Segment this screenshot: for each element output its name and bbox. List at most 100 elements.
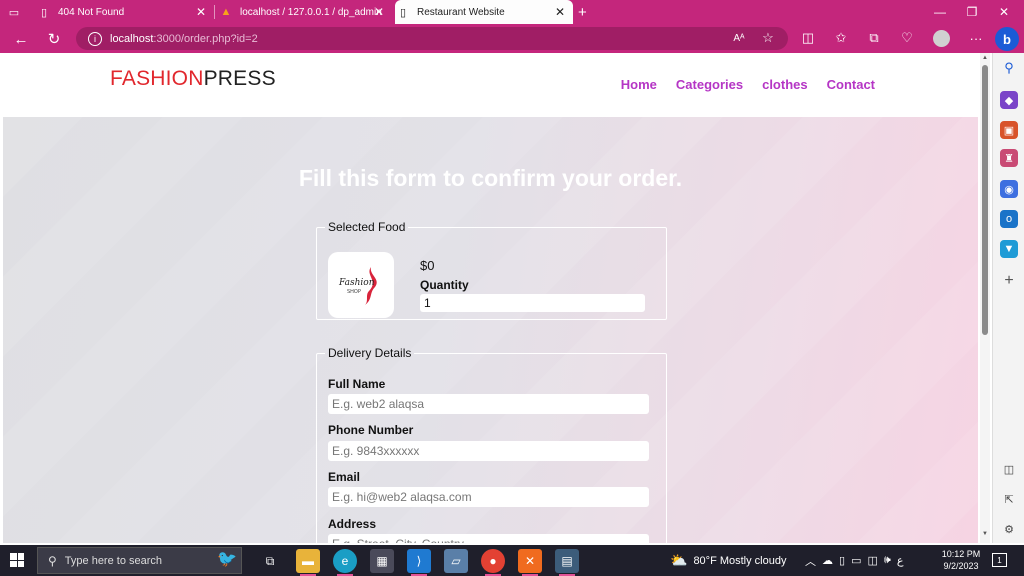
info-icon[interactable]: i <box>88 31 102 46</box>
page-icon: ▯ <box>399 6 407 19</box>
site-header: FASHIONPRESS Home Categories clothes Con… <box>3 53 978 117</box>
tab-phpmyadmin[interactable]: ▲ localhost / 127.0.0.1 / dp_admin ✕ <box>218 0 392 24</box>
nav-home[interactable]: Home <box>621 77 657 92</box>
microsoft365-icon[interactable]: ◉ <box>1000 180 1018 198</box>
tab-restaurant[interactable]: ▯ Restaurant Website ✕ <box>395 0 573 24</box>
system-tray: ︿ ☁ ▯ ▭ ◫ 🕪 ع <box>805 545 903 576</box>
selected-food-fieldset: Selected Food Fashion SHOP $0 Quantity <box>316 220 667 320</box>
close-icon[interactable]: ✕ <box>374 5 384 19</box>
favorites-icon[interactable]: ✩ <box>830 27 852 49</box>
clock-time: 10:12 PM <box>941 549 981 559</box>
back-button[interactable]: ← <box>10 28 32 50</box>
nav-clothes[interactable]: clothes <box>762 77 808 92</box>
logo-part1: FASHION <box>110 67 204 90</box>
taskbar-search[interactable]: ⚲ Type here to search 🐦 <box>37 547 242 574</box>
vscode-icon[interactable]: ⟩ <box>407 549 431 576</box>
scroll-down-arrow-icon[interactable]: ▼ <box>981 531 989 537</box>
restore-button[interactable]: ❐ <box>956 0 988 24</box>
fashion-shop-logo: Fashion SHOP <box>338 267 377 305</box>
phone-number-input[interactable] <box>328 441 649 461</box>
tab-actions-button[interactable]: ▭ <box>6 0 30 24</box>
settings-gear-icon[interactable]: ⚙ <box>1000 520 1018 538</box>
close-window-button[interactable]: ✕ <box>988 0 1020 24</box>
nav-contact[interactable]: Contact <box>827 77 875 92</box>
page-scrollbar[interactable]: ▲ ▼ <box>980 53 990 543</box>
shopping-tag-icon[interactable]: ◆ <box>1000 91 1018 109</box>
browser-toolbar: ← ↻ i localhost:3000/order.php?id=2 Aᴬ ☆… <box>0 24 1024 53</box>
sidebar-panel-icon[interactable]: ◫ <box>1000 460 1018 478</box>
weather-text: 80°F Mostly cloudy <box>693 554 787 567</box>
tools-icon[interactable]: ▣ <box>1000 121 1018 139</box>
url-host: localhost <box>110 32 154 45</box>
url-path: :3000/order.php?id=2 <box>153 32 258 45</box>
selected-food-legend: Selected Food <box>328 220 406 234</box>
close-icon[interactable]: ✕ <box>196 5 206 19</box>
onedrive-cloud-icon[interactable]: ☁ <box>822 554 833 567</box>
profile-avatar[interactable] <box>930 27 952 49</box>
edge-icon[interactable]: e <box>333 549 357 576</box>
language-indicator[interactable]: ع <box>897 554 904 567</box>
site-logo[interactable]: FASHIONPRESS <box>110 67 276 91</box>
health-icon[interactable]: ♡ <box>896 27 918 49</box>
outlook-icon[interactable]: o <box>1000 210 1018 228</box>
collections-icon[interactable]: ⧉ <box>863 27 885 49</box>
email-label: Email <box>328 470 361 484</box>
phpmyadmin-icon: ▲ <box>220 6 232 18</box>
address-input[interactable] <box>328 534 649 543</box>
store-icon[interactable]: ▦ <box>370 549 394 573</box>
minimize-button[interactable]: — <box>924 0 956 24</box>
task-view-icon[interactable]: ⧉ <box>258 549 282 573</box>
tab-title: localhost / 127.0.0.1 / dp_admin <box>240 6 382 18</box>
tab-actions-icon: ▭ <box>8 6 20 19</box>
main-nav: Home Categories clothes Contact <box>621 77 875 92</box>
quantity-input[interactable] <box>420 294 645 312</box>
drop-icon[interactable]: ▼ <box>1000 240 1018 258</box>
address-bar[interactable]: i localhost:3000/order.php?id=2 <box>76 27 788 50</box>
weather-widget[interactable]: ⛅ 80°F Mostly cloudy <box>670 545 786 576</box>
add-icon[interactable]: + <box>1000 272 1018 290</box>
calculator-icon[interactable]: ▤ <box>555 549 579 576</box>
search-icon[interactable]: ⚲ <box>1000 59 1018 77</box>
games-icon[interactable]: ♜ <box>1000 149 1018 167</box>
order-section: Fill this form to confirm your order. Se… <box>3 117 978 543</box>
system-clock[interactable]: 10:12 PM 9/2/2023 <box>936 548 986 572</box>
windows-start-icon[interactable] <box>10 553 24 567</box>
battery-icon[interactable]: ▭ <box>851 554 861 567</box>
refresh-button[interactable]: ↻ <box>43 28 65 50</box>
taskbar-search-text: Type here to search <box>64 554 163 567</box>
network-icon[interactable]: ◫ <box>867 554 877 567</box>
read-aloud-icon[interactable]: Aᴬ <box>728 27 750 49</box>
open-external-icon[interactable]: ⇱ <box>1000 490 1018 508</box>
search-highlight-bird-icon: 🐦 <box>217 551 237 568</box>
xampp-icon[interactable]: ✕ <box>518 549 542 576</box>
notification-icon[interactable]: 1 <box>992 553 1007 567</box>
email-input[interactable] <box>328 487 649 507</box>
full-name-input[interactable] <box>328 394 649 414</box>
split-screen-icon[interactable]: ◫ <box>797 27 819 49</box>
nav-categories[interactable]: Categories <box>676 77 743 92</box>
delivery-details-fieldset: Delivery Details Full Name Phone Number … <box>316 346 667 543</box>
tab-title: Restaurant Website <box>417 6 505 18</box>
chrome-icon[interactable]: ● <box>481 549 505 576</box>
close-icon[interactable]: ✕ <box>555 5 565 19</box>
clock-date: 9/2/2023 <box>943 561 979 571</box>
scroll-up-arrow-icon[interactable]: ▲ <box>981 55 989 61</box>
bing-chat-icon[interactable]: b <box>995 27 1019 51</box>
volume-icon[interactable]: 🕪 <box>884 554 891 567</box>
tab-title: 404 Not Found <box>58 6 125 18</box>
notes-icon[interactable]: ▱ <box>444 549 468 573</box>
search-icon: ⚲ <box>48 553 57 568</box>
plus-icon: + <box>578 3 587 21</box>
favorite-star-icon[interactable]: ☆ <box>757 27 779 49</box>
more-menu-icon[interactable]: ··· <box>965 27 987 49</box>
tab-404[interactable]: ▯ 404 Not Found ✕ <box>36 0 214 24</box>
full-name-label: Full Name <box>328 377 386 391</box>
scroll-thumb[interactable] <box>982 65 988 335</box>
browser-tab-strip: ▭ ▯ 404 Not Found ✕ ▲ localhost / 127.0.… <box>0 0 1024 24</box>
new-tab-button[interactable]: + <box>578 0 598 24</box>
device-icon[interactable]: ▯ <box>839 554 845 567</box>
file-explorer-icon[interactable]: ▬ <box>296 549 320 576</box>
chevron-up-icon[interactable]: ︿ <box>805 553 816 569</box>
notification-count: 1 <box>997 555 1002 565</box>
food-image: Fashion SHOP <box>328 252 394 318</box>
